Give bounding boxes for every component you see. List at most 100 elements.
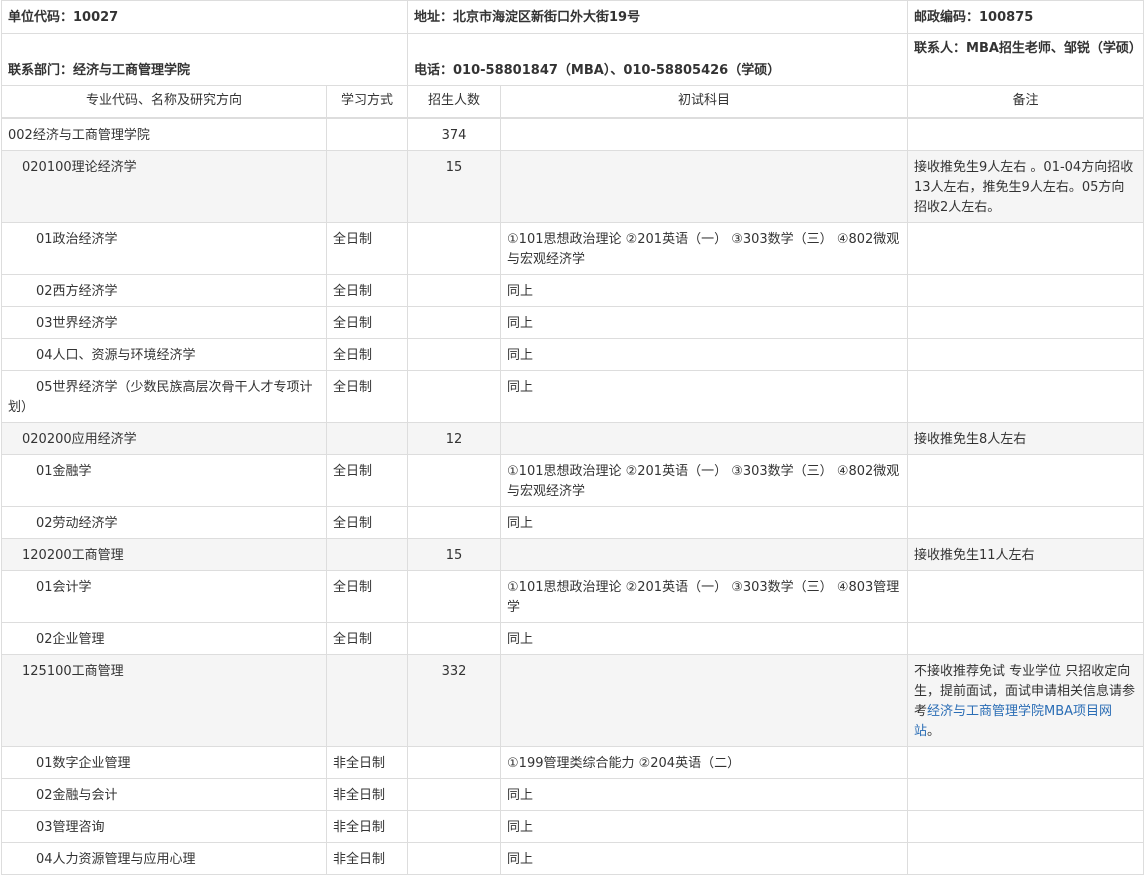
table-row: 02企业管理 全日制 同上 [1,621,1144,655]
remarks: 接收推免生9人左右 。01-04方向招收13人左右，推免生9人左右。05方向招收… [907,149,1144,223]
table-row: 05世界经济学（少数民族高层次骨干人才专项计划） 全日制 同上 [1,369,1144,423]
postcode: 邮政编码：100875 [907,0,1144,34]
major-name: 01金融学 [1,453,327,507]
admissions-table: 单位代码：10027 地址：北京市海淀区新街口外大街19号 邮政编码：10087… [0,0,1144,875]
exam-subjects: 同上 [500,809,909,843]
remarks: 接收推免生11人左右 [907,537,1144,571]
table-row: 01政治经济学 全日制 ①101思想政治理论 ②201英语（一） ③303数学（… [1,221,1144,275]
col-header-mode: 学习方式 [325,85,409,119]
study-mode [325,117,409,151]
table-row: 04人力资源管理与应用心理 非全日制 同上 [1,841,1144,875]
study-mode: 全日制 [325,273,409,307]
unit-code: 单位代码：10027 [0,0,409,34]
remarks [907,273,1144,307]
study-mode: 全日制 [325,569,409,623]
remarks [907,369,1144,423]
remarks-end: 。 [927,723,941,739]
table-row: 020200应用经济学 12 接收推免生8人左右 [1,421,1144,455]
exam-subjects: 同上 [500,841,909,875]
table-row: 02西方经济学 全日制 同上 [1,273,1144,307]
study-mode: 全日制 [325,621,409,655]
enroll-count [407,621,502,655]
enroll-count [407,273,502,307]
table-row: 03管理咨询 非全日制 同上 [1,809,1144,843]
table-row: 01会计学 全日制 ①101思想政治理论 ②201英语（一） ③303数学（三）… [1,569,1144,623]
table-row: 002经济与工商管理学院 374 [1,117,1144,151]
enroll-count [407,337,502,371]
major-name: 02金融与会计 [1,777,327,811]
study-mode [325,653,409,747]
major-name: 03管理咨询 [1,809,327,843]
major-name: 020200应用经济学 [1,421,327,455]
exam-subjects: ①101思想政治理论 ②201英语（一） ③303数学（三） ④802微观与宏观… [500,453,909,507]
exam-subjects: 同上 [500,621,909,655]
table-row: 01金融学 全日制 ①101思想政治理论 ②201英语（一） ③303数学（三）… [1,453,1144,507]
enroll-count: 15 [407,149,502,223]
remarks [907,117,1144,151]
enroll-count: 12 [407,421,502,455]
enroll-count: 374 [407,117,502,151]
table-row: 125100工商管理 332 不接收推荐免试 专业学位 只招收定向生，提前面试，… [1,653,1144,747]
study-mode: 全日制 [325,337,409,371]
mba-website-link[interactable]: 经济与工商管理学院MBA项目网站 [914,704,1112,739]
col-header-note: 备注 [907,85,1144,119]
study-mode: 全日制 [325,453,409,507]
contact: 联系人：MBA招生老师、邹锐（学硕） [907,33,1144,86]
remarks [907,569,1144,623]
remarks: 不接收推荐免试 专业学位 只招收定向生，提前面试，面试申请相关信息请参考经济与工… [907,653,1144,747]
table-row: 03世界经济学 全日制 同上 [1,305,1144,339]
remarks [907,221,1144,275]
exam-subjects [500,537,909,571]
remarks [907,621,1144,655]
address: 地址：北京市海淀区新街口外大街19号 [407,0,909,34]
table-row: 02劳动经济学 全日制 同上 [1,505,1144,539]
exam-subjects [500,421,909,455]
enroll-count [407,745,502,779]
study-mode: 非全日制 [325,745,409,779]
major-name: 04人力资源管理与应用心理 [1,841,327,875]
exam-subjects [500,653,909,747]
enroll-count [407,777,502,811]
col-header-count: 招生人数 [407,85,502,119]
enroll-count [407,505,502,539]
exam-subjects: 同上 [500,305,909,339]
enroll-count [407,369,502,423]
enroll-count: 332 [407,653,502,747]
major-name: 03世界经济学 [1,305,327,339]
major-name: 02劳动经济学 [1,505,327,539]
remarks [907,809,1144,843]
remarks [907,777,1144,811]
info-row-1: 单位代码：10027 地址：北京市海淀区新街口外大街19号 邮政编码：10087… [0,0,1144,34]
enroll-count [407,453,502,507]
exam-subjects: 同上 [500,337,909,371]
remarks [907,841,1144,875]
department: 联系部门：经济与工商管理学院 [0,33,409,86]
major-name: 01数字企业管理 [1,745,327,779]
exam-subjects: ①101思想政治理论 ②201英语（一） ③303数学（三） ④802微观与宏观… [500,221,909,275]
study-mode [325,149,409,223]
table-row: 04人口、资源与环境经济学 全日制 同上 [1,337,1144,371]
phone: 电话：010-58801847（MBA）、010-58805426（学硕） [407,33,909,86]
exam-subjects [500,149,909,223]
exam-subjects: 同上 [500,777,909,811]
study-mode [325,537,409,571]
major-name: 120200工商管理 [1,537,327,571]
study-mode: 非全日制 [325,809,409,843]
exam-subjects: 同上 [500,505,909,539]
table-row: 02金融与会计 非全日制 同上 [1,777,1144,811]
exam-subjects: 同上 [500,369,909,423]
col-header-subjects: 初试科目 [500,85,909,119]
remarks [907,453,1144,507]
major-name: 04人口、资源与环境经济学 [1,337,327,371]
enroll-count [407,221,502,275]
column-header-row: 专业代码、名称及研究方向 学习方式 招生人数 初试科目 备注 [1,85,1144,119]
table-row: 020100理论经济学 15 接收推免生9人左右 。01-04方向招收13人左右… [1,149,1144,223]
enroll-count [407,305,502,339]
col-header-major: 专业代码、名称及研究方向 [1,85,327,119]
major-name: 002经济与工商管理学院 [1,117,327,151]
remarks [907,305,1144,339]
major-name: 02西方经济学 [1,273,327,307]
enroll-count: 15 [407,537,502,571]
study-mode: 全日制 [325,505,409,539]
remarks [907,337,1144,371]
